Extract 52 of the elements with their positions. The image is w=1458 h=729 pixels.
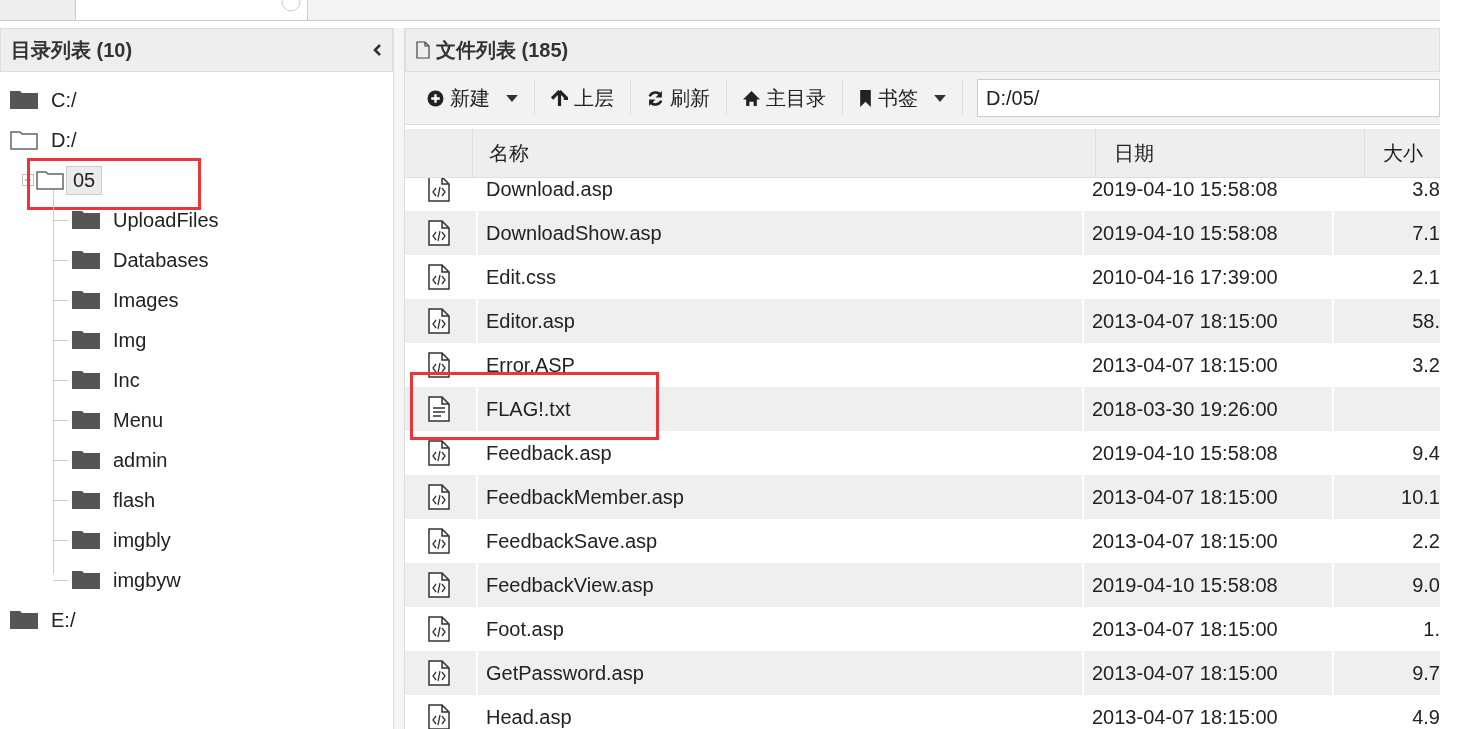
tree-item[interactable]: 05 [66,165,103,195]
table-cell: 2013-04-07 18:15:00 [1082,695,1332,729]
toolbar-button[interactable]: 主目录 [733,78,836,118]
toolbar-button[interactable]: 新建 [417,78,528,118]
panel-title: 目录列表 (10) [11,37,134,63]
tree-item[interactable]: UploadFiles [106,205,226,235]
toolbar-button[interactable]: 刷新 [637,78,720,118]
caret-icon [934,94,946,102]
file-name[interactable]: Head.asp [476,695,1082,729]
toolbar-button[interactable]: 上层 [541,78,624,118]
bookmark-icon [859,89,872,107]
code-file-icon [427,264,450,290]
tree-item[interactable]: Images [106,285,186,315]
code-file-icon [427,660,450,686]
toolbar-button[interactable]: 书签 [849,78,956,118]
code-file-icon [427,220,450,246]
refresh-icon [647,89,664,107]
code-file-icon [427,528,450,554]
code-file-icon [427,308,450,334]
code-file-icon [427,440,450,466]
document-icon [416,41,430,59]
code-file-icon [427,484,450,510]
tree-item[interactable]: flash [106,485,163,515]
browser-tab[interactable] [76,0,308,20]
column-header[interactable]: 名称 [472,129,1095,177]
collapse-toggle-icon[interactable] [22,174,34,186]
code-file-icon [427,352,450,378]
column-header[interactable]: 大小 [1364,129,1440,177]
tree-item[interactable]: Menu [106,405,171,435]
tree-item[interactable]: D:/ [44,125,84,155]
splitter-handle[interactable] [393,28,405,729]
caret-icon [506,94,518,102]
tree-item[interactable]: admin [106,445,175,475]
column-header[interactable]: 日期 [1095,129,1364,177]
plus-circle-icon [427,89,444,107]
tree-item[interactable]: imgbyw [106,565,188,595]
tree-item[interactable]: imgbly [106,525,178,555]
tree-item[interactable]: Inc [106,365,147,395]
collapse-icon[interactable] [372,43,382,57]
tree-item[interactable]: E:/ [44,605,83,635]
table-cell: 4.9 [1332,695,1440,729]
browser-tab[interactable] [0,0,76,20]
up-arrow-icon [551,89,568,107]
home-icon [743,89,760,107]
text-file-icon [427,396,450,422]
tree-item[interactable]: Img [106,325,154,355]
panel-title: 文件列表 (185) [436,37,570,63]
path-field[interactable]: D:/05/ [977,79,1440,117]
code-file-icon [427,616,450,642]
tree-item[interactable]: Databases [106,245,216,275]
code-file-icon [427,572,450,598]
tree-item[interactable]: C:/ [44,85,84,115]
